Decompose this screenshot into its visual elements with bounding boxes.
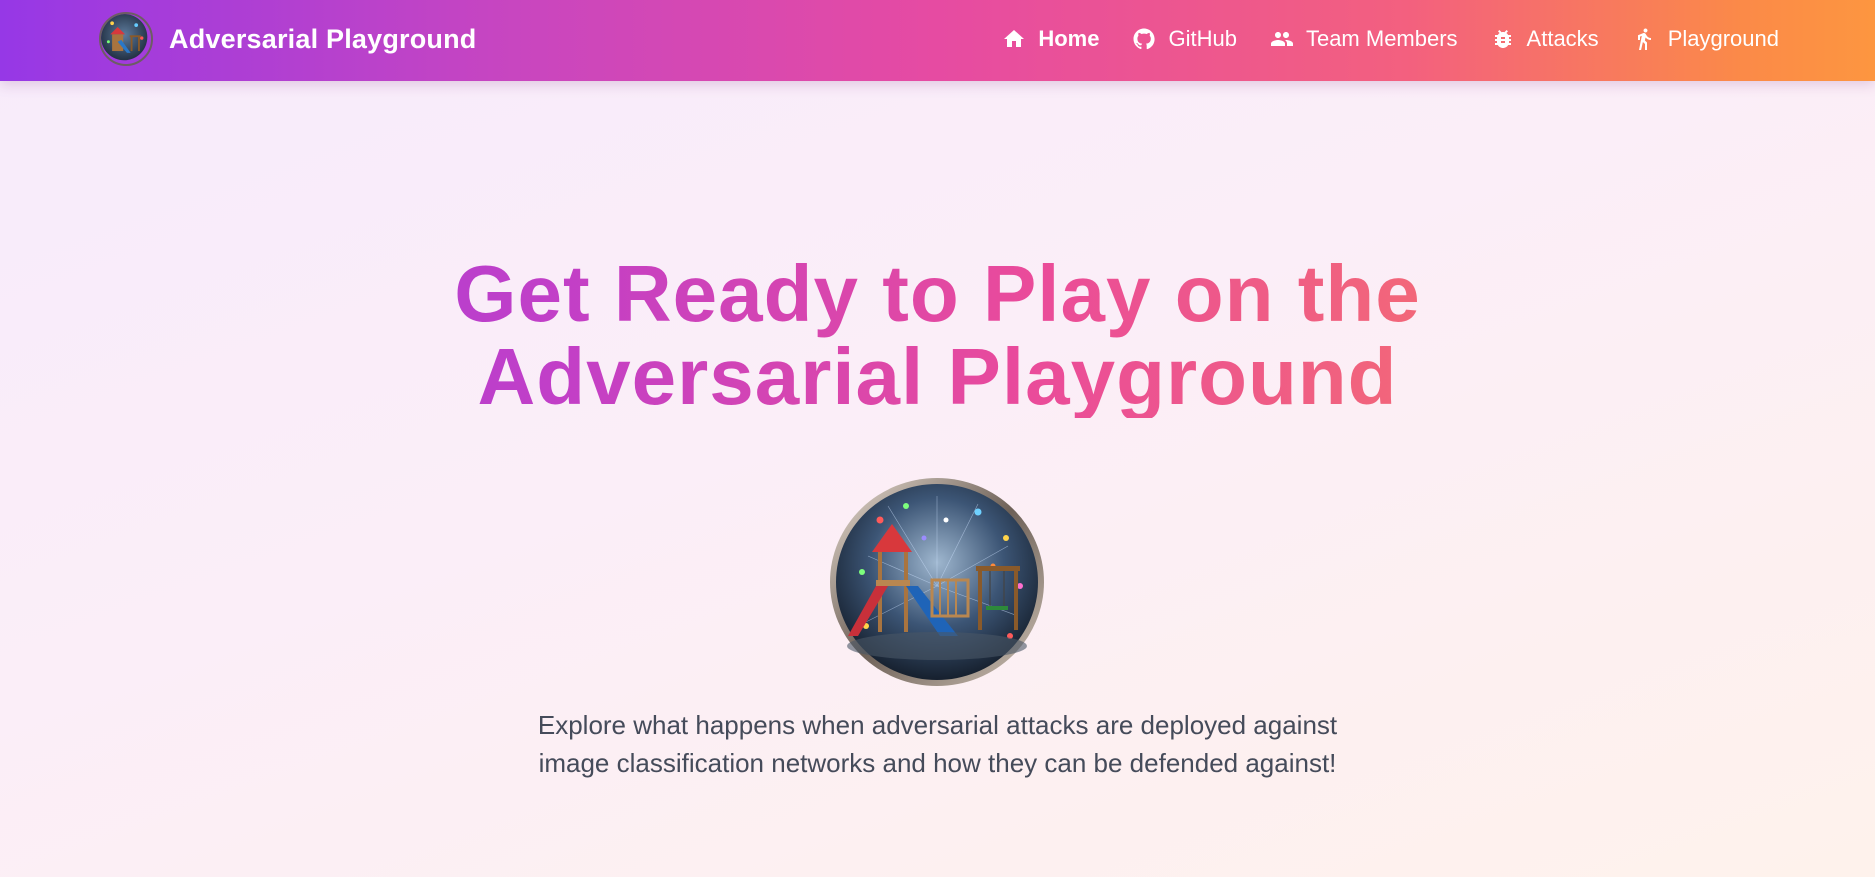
nav-item-github[interactable]: GitHub <box>1132 26 1237 52</box>
brand-logo-image <box>99 12 153 66</box>
brand-link[interactable]: Adversarial Playground <box>99 12 477 66</box>
nav-item-home-label: Home <box>1038 26 1100 51</box>
nav-item-home[interactable]: Home <box>1002 26 1099 52</box>
hero-title: Get Ready to Play on the Adversarial Pla… <box>0 252 1875 418</box>
nav-item-attacks-label: Attacks <box>1526 26 1599 51</box>
brand-title: Adversarial Playground <box>169 23 477 54</box>
nav-item-attacks[interactable]: Attacks <box>1491 26 1599 52</box>
nav-item-playground[interactable]: Playground <box>1632 26 1779 52</box>
nav-item-playground-label: Playground <box>1667 26 1779 51</box>
bug-icon <box>1494 30 1511 48</box>
playground-illustration <box>828 476 1046 688</box>
github-icon <box>1133 28 1156 50</box>
people-icon <box>1270 32 1293 46</box>
hero-description: Explore what happens when adversarial at… <box>537 710 1338 778</box>
nav-links: Home GitHub Team Members Attacks Playgro… <box>969 0 1779 78</box>
nav-item-team-members-label: Team Members <box>1305 26 1458 51</box>
nav-item-github-label: GitHub <box>1168 26 1237 51</box>
home-icon <box>1004 30 1025 47</box>
running-person-icon <box>1637 28 1651 50</box>
nav-item-team-members[interactable]: Team Members <box>1270 26 1458 52</box>
top-navbar: Adversarial Playground Home GitHub Team … <box>0 0 1875 81</box>
